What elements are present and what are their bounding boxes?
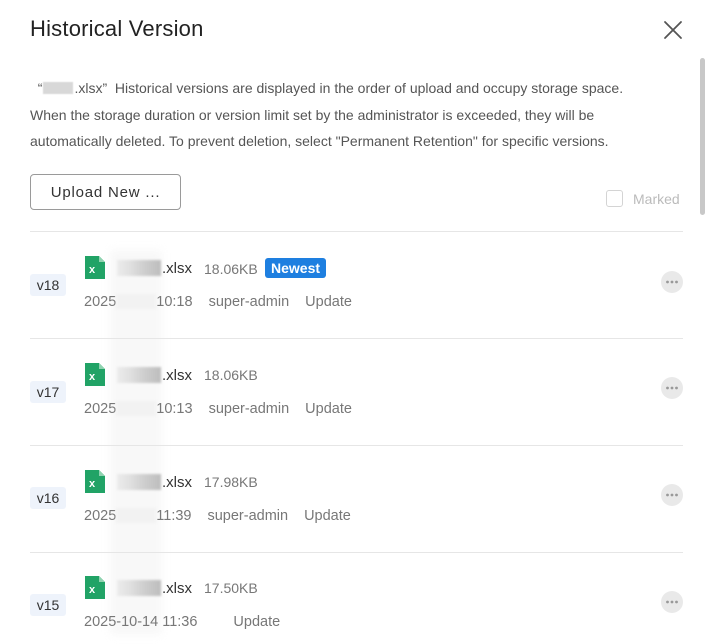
redacted-datetime <box>116 508 157 523</box>
version-action: Update <box>305 294 352 310</box>
file-name: .xlsx <box>117 580 192 597</box>
file-extension: .xlsx <box>162 580 192 597</box>
file-size: 17.50KB <box>204 580 258 596</box>
redacted-file-name <box>117 260 161 276</box>
file-extension: .xlsx <box>162 474 192 491</box>
version-tag: v15 <box>30 594 66 616</box>
scrollbar[interactable] <box>700 58 705 215</box>
upload-date: 2025 <box>84 508 117 524</box>
uploader-name: super-admin <box>207 508 289 524</box>
svg-text:x: x <box>89 264 96 276</box>
excel-file-icon: x <box>85 256 105 279</box>
file-name: .xlsx <box>117 260 192 277</box>
version-row-v15[interactable]: v15 x .xlsx 17.50KB 2025-10-14 11:36 Upda… <box>0 553 709 644</box>
more-options-icon[interactable] <box>661 484 683 506</box>
svg-text:x: x <box>89 584 96 596</box>
historical-version-dialog: Historical Version “ .xlsx” Historical ve… <box>0 0 709 644</box>
redacted-file-name <box>117 367 161 383</box>
file-name: .xlsx <box>117 474 192 491</box>
excel-file-icon: x <box>85 576 105 599</box>
description-line-1: “ .xlsx” Historical versions are displaye… <box>30 75 680 102</box>
description-line-3: automatically deleted. To prevent deleti… <box>30 133 609 149</box>
description-filename-suffix: .xlsx” <box>74 80 108 96</box>
description-line-2: When the storage duration or version lim… <box>30 106 595 123</box>
description-line-1-text: Historical versions are displayed in the… <box>107 80 624 96</box>
version-meta: 2025-10-14 11:36 Update <box>84 614 280 630</box>
redacted-filename <box>43 82 74 94</box>
more-options-icon[interactable] <box>661 377 683 399</box>
upload-time: 10:13 <box>156 401 193 417</box>
version-row-v17[interactable]: v17 x .xlsx 18.06KB 2025 10:13 super-admin… <box>0 339 709 446</box>
version-meta: 2025 10:18 super-admin Update <box>84 294 352 310</box>
version-action: Update <box>305 401 352 417</box>
upload-date: 2025 <box>84 294 117 310</box>
upload-date: 2025 <box>84 401 117 417</box>
marked-checkbox[interactable] <box>606 190 623 207</box>
excel-file-icon: x <box>85 363 105 386</box>
file-size: 17.98KB <box>204 474 258 490</box>
version-meta: 2025 10:13 super-admin Update <box>84 401 352 417</box>
marked-filter[interactable]: Marked <box>606 190 680 207</box>
svg-text:x: x <box>89 478 96 490</box>
more-options-icon[interactable] <box>661 591 683 613</box>
uploader-name: super-admin <box>208 294 290 310</box>
redacted-file-name <box>117 474 161 490</box>
marked-label: Marked <box>633 190 680 207</box>
upload-time: 11:39 <box>156 508 192 524</box>
file-extension: .xlsx <box>162 367 192 384</box>
redacted-datetime <box>116 401 157 416</box>
file-extension: .xlsx <box>162 260 192 277</box>
upload-datetime: 2025-10-14 11:36 <box>84 614 198 630</box>
version-meta: 2025 11:39 super-admin Update <box>84 508 351 524</box>
more-options-icon[interactable] <box>661 271 683 293</box>
close-icon[interactable] <box>662 19 684 41</box>
redacted-datetime <box>116 294 157 309</box>
svg-text:x: x <box>89 371 96 383</box>
uploader-name: super-admin <box>208 401 290 417</box>
dialog-title: Historical Version <box>30 16 204 41</box>
version-row-v16[interactable]: v16 x .xlsx 17.98KB 2025 11:39 super-admin… <box>0 446 709 553</box>
redacted-file-name <box>117 580 161 596</box>
version-row-v18[interactable]: v18 x .xlsx 18.06KB Newest 2025 10:18 supe… <box>0 232 709 339</box>
version-tag: v18 <box>30 274 66 296</box>
upload-time: 10:18 <box>156 294 193 310</box>
file-name: .xlsx <box>117 367 192 384</box>
description-quote-open: “ <box>37 80 43 96</box>
description: “ .xlsx” Historical versions are displaye… <box>30 75 680 155</box>
newest-badge: Newest <box>265 258 327 278</box>
upload-new-version-button[interactable]: Upload New ... <box>30 174 181 210</box>
file-size: 18.06KB <box>204 367 258 383</box>
file-size: 18.06KB <box>204 261 258 277</box>
version-action: Update <box>233 614 281 630</box>
version-action: Update <box>304 508 351 524</box>
version-tag: v17 <box>30 381 66 403</box>
excel-file-icon: x <box>85 470 105 493</box>
version-tag: v16 <box>30 487 66 509</box>
